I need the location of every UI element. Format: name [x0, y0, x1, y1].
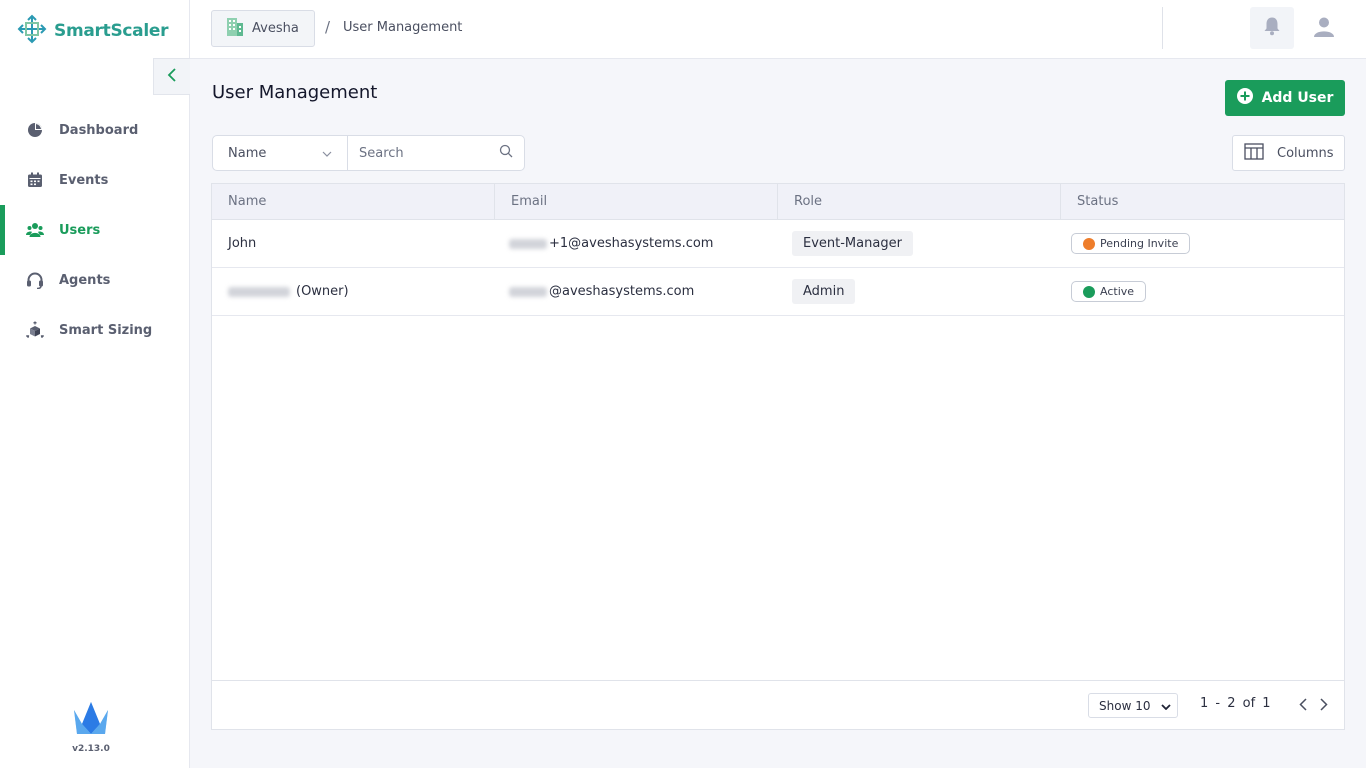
headset-icon — [26, 271, 44, 289]
pie-chart-icon — [26, 121, 44, 139]
collapse-sidebar-button[interactable] — [153, 58, 190, 95]
filter-field-value: Name — [228, 145, 267, 161]
column-header-role[interactable]: Role — [778, 184, 1061, 219]
user-profile-button[interactable] — [1305, 10, 1343, 48]
column-header-status[interactable]: Status — [1061, 184, 1344, 219]
chevron-down-icon — [322, 146, 332, 161]
status-badge: Pending Invite — [1071, 233, 1191, 254]
user-status-cell: Pending Invite — [1061, 220, 1344, 267]
search-filter: Name Search — [212, 135, 525, 171]
page-title: User Management — [212, 82, 378, 103]
chevron-left-icon — [167, 67, 177, 86]
status-label: Active — [1100, 285, 1135, 298]
user-name-cell: John — [212, 220, 495, 267]
notifications-button[interactable] — [1250, 7, 1294, 49]
next-page-button[interactable] — [1315, 695, 1333, 715]
breadcrumb-separator: / — [325, 18, 331, 36]
user-email-cell: @aveshasystems.com — [495, 268, 778, 315]
column-header-email[interactable]: Email — [495, 184, 778, 219]
table-footer: Show 10 1 - 2 of 1 — [212, 680, 1344, 729]
crown-logo-icon — [72, 702, 110, 742]
app-logo[interactable]: SmartScaler — [16, 12, 168, 50]
status-dot-icon — [1083, 237, 1095, 250]
workspace-name: Avesha — [252, 21, 299, 36]
sidebar-item-label: Events — [59, 172, 109, 188]
columns-label: Columns — [1277, 145, 1334, 161]
user-name-cell: (Owner) — [212, 268, 495, 315]
bell-icon — [1263, 16, 1281, 40]
redacted-text — [509, 286, 547, 297]
user-email: @aveshasystems.com — [549, 284, 695, 299]
column-header-name[interactable]: Name — [212, 184, 495, 219]
filter-field-select[interactable]: Name — [213, 136, 348, 170]
user-avatar-icon — [1313, 16, 1335, 42]
users-icon — [26, 221, 44, 239]
table-row[interactable]: (Owner) @aveshasystems.com Admin Active — [212, 268, 1344, 316]
table-row[interactable]: John +1@aveshasystems.com Event-Manager … — [212, 220, 1344, 268]
logo-text: SmartScaler — [54, 21, 169, 41]
sidebar-item-label: Dashboard — [59, 122, 139, 138]
pagination-range: 1 - 2 of 1 — [1200, 696, 1271, 711]
workspace-switcher-button[interactable]: Avesha — [211, 10, 315, 47]
version-block: v2.13.0 — [70, 700, 112, 754]
sidebar-item-label: Agents — [59, 272, 111, 288]
user-email-cell: +1@aveshasystems.com — [495, 220, 778, 267]
sidebar-item-label: Users — [59, 222, 101, 238]
role-chip: Admin — [792, 279, 856, 304]
top-header: Avesha / User Management — [190, 0, 1366, 59]
version-label: v2.13.0 — [72, 744, 110, 754]
user-role-cell: Event-Manager — [778, 220, 1061, 267]
chevron-left-icon — [1299, 696, 1307, 715]
user-email: +1@aveshasystems.com — [549, 236, 714, 251]
sidebar-item-events[interactable]: Events — [0, 155, 189, 205]
users-table: Name Email Role Status John +1@aveshasys… — [211, 183, 1345, 730]
building-icon — [226, 17, 244, 41]
sidebar-item-dashboard[interactable]: Dashboard — [0, 105, 189, 155]
logo-icon — [16, 12, 48, 50]
redacted-text — [509, 238, 547, 249]
status-badge: Active — [1071, 281, 1147, 302]
chevron-down-icon — [1161, 699, 1171, 713]
calendar-icon — [26, 171, 44, 189]
cube-sizing-icon — [26, 321, 44, 339]
table-columns-icon — [1244, 142, 1264, 164]
role-chip: Event-Manager — [792, 231, 913, 256]
status-dot-icon — [1083, 285, 1095, 298]
search-icon — [499, 144, 513, 162]
owner-tag: (Owner) — [296, 284, 349, 299]
add-user-button[interactable]: Add User — [1225, 80, 1345, 116]
search-input[interactable]: Search — [348, 136, 524, 170]
sidebar-item-agents[interactable]: Agents — [0, 255, 189, 305]
redacted-text — [228, 286, 290, 297]
add-user-label: Add User — [1261, 90, 1334, 106]
page-size-select[interactable]: Show 10 — [1088, 693, 1178, 718]
status-label: Pending Invite — [1100, 237, 1179, 250]
sidebar-item-smart-sizing[interactable]: Smart Sizing — [0, 305, 189, 355]
breadcrumb-current: User Management — [343, 20, 463, 35]
sidebar-item-users[interactable]: Users — [0, 205, 189, 255]
user-name: John — [228, 236, 257, 251]
columns-button[interactable]: Columns — [1232, 135, 1345, 171]
header-divider — [1162, 7, 1163, 49]
sidebar: SmartScaler Dashboard Events Users Agent… — [0, 0, 190, 768]
search-placeholder: Search — [359, 145, 404, 161]
table-header: Name Email Role Status — [212, 184, 1344, 220]
user-role-cell: Admin — [778, 268, 1061, 315]
page-size-value: Show 10 — [1099, 698, 1151, 713]
sidebar-nav: Dashboard Events Users Agents Smart Sizi… — [0, 105, 189, 355]
sidebar-item-label: Smart Sizing — [59, 322, 153, 338]
chevron-right-icon — [1320, 696, 1328, 715]
previous-page-button[interactable] — [1294, 695, 1312, 715]
user-status-cell: Active — [1061, 268, 1344, 315]
plus-circle-icon — [1236, 88, 1253, 108]
